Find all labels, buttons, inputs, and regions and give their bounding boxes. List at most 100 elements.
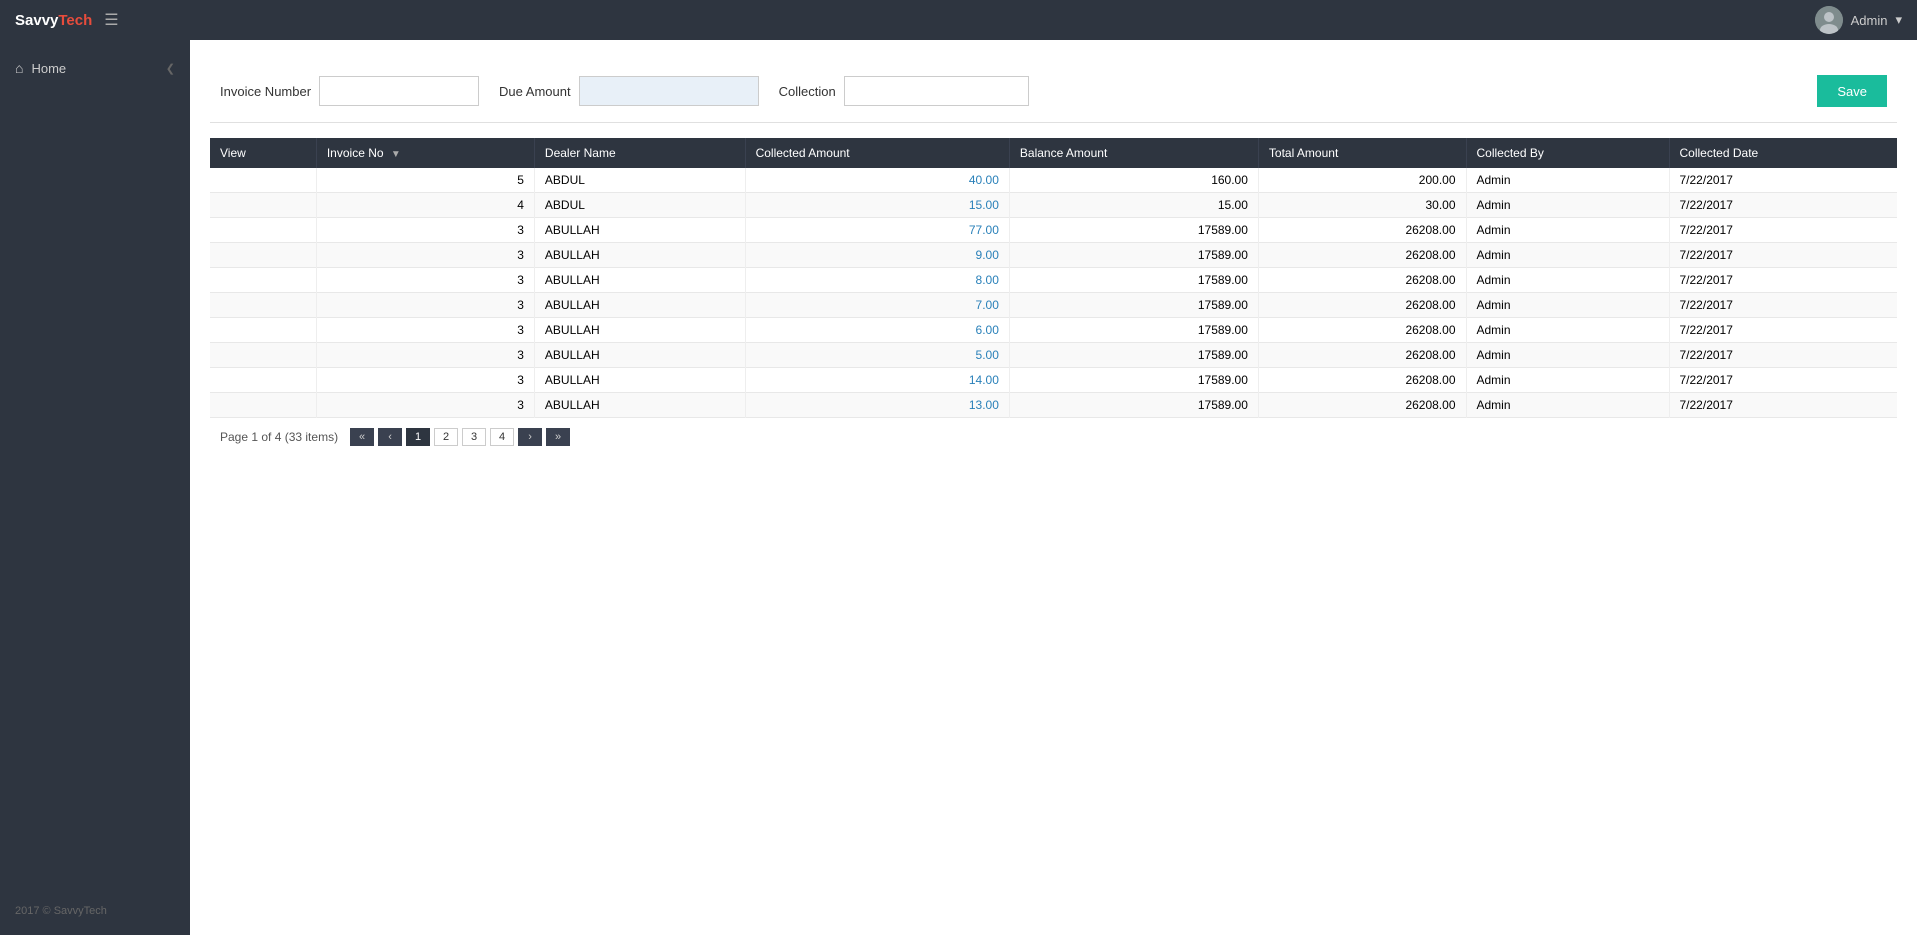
first-page-button[interactable]: « xyxy=(350,428,374,446)
sidebar-item-home-label: Home xyxy=(31,61,66,76)
cell-collected-date: 7/22/2017 xyxy=(1669,168,1897,193)
cell-invoice-no: 4 xyxy=(316,193,534,218)
user-dropdown-arrow: ▾ xyxy=(1895,12,1902,28)
brand-tech: Tech xyxy=(58,12,92,29)
cell-collected-by: Admin xyxy=(1466,318,1669,343)
cell-balance-amount: 17589.00 xyxy=(1009,343,1258,368)
page-3-button[interactable]: 3 xyxy=(462,428,486,446)
cell-collected-amount: 6.00 xyxy=(745,318,1009,343)
topnav: SavvyTech ☰ Admin ▾ xyxy=(0,0,1917,40)
table-container: View Invoice No ▼ Dealer Name Collected … xyxy=(210,138,1897,418)
cell-dealer-name: ABULLAH xyxy=(534,318,745,343)
cell-total-amount: 26208.00 xyxy=(1258,268,1466,293)
cell-balance-amount: 17589.00 xyxy=(1009,218,1258,243)
cell-collected-amount: 40.00 xyxy=(745,168,1009,193)
col-invoice-no[interactable]: Invoice No ▼ xyxy=(316,138,534,168)
collection-input[interactable] xyxy=(844,76,1029,106)
cell-collected-date: 7/22/2017 xyxy=(1669,393,1897,418)
cell-balance-amount: 160.00 xyxy=(1009,168,1258,193)
table-row[interactable]: 3 ABULLAH 77.00 17589.00 26208.00 Admin … xyxy=(210,218,1897,243)
cell-collected-date: 7/22/2017 xyxy=(1669,318,1897,343)
page-2-button[interactable]: 2 xyxy=(434,428,458,446)
col-total-amount: Total Amount xyxy=(1258,138,1466,168)
cell-invoice-no: 3 xyxy=(316,343,534,368)
cell-dealer-name: ABULLAH xyxy=(534,243,745,268)
cell-collected-by: Admin xyxy=(1466,193,1669,218)
prev-page-button[interactable]: ‹ xyxy=(378,428,402,446)
collections-table: View Invoice No ▼ Dealer Name Collected … xyxy=(210,138,1897,418)
collection-group: Collection xyxy=(779,76,1029,106)
sidebar-collapse-icon[interactable]: ❮ xyxy=(166,62,175,75)
cell-total-amount: 30.00 xyxy=(1258,193,1466,218)
hamburger-icon[interactable]: ☰ xyxy=(104,10,118,30)
cell-collected-amount: 7.00 xyxy=(745,293,1009,318)
cell-dealer-name: ABULLAH xyxy=(534,343,745,368)
col-collected-by: Collected By xyxy=(1466,138,1669,168)
next-page-button[interactable]: › xyxy=(518,428,542,446)
table-row[interactable]: 5 ABDUL 40.00 160.00 200.00 Admin 7/22/2… xyxy=(210,168,1897,193)
sidebar-menu: ⌂ Home ❮ xyxy=(0,40,190,86)
cell-dealer-name: ABULLAH xyxy=(534,268,745,293)
table-row[interactable]: 3 ABULLAH 14.00 17589.00 26208.00 Admin … xyxy=(210,368,1897,393)
home-icon: ⌂ xyxy=(15,60,23,76)
cell-total-amount: 26208.00 xyxy=(1258,293,1466,318)
table-row[interactable]: 3 ABULLAH 7.00 17589.00 26208.00 Admin 7… xyxy=(210,293,1897,318)
cell-collected-by: Admin xyxy=(1466,343,1669,368)
last-page-button[interactable]: » xyxy=(546,428,570,446)
user-menu[interactable]: Admin ▾ xyxy=(1815,6,1902,34)
invoice-number-group: Invoice Number xyxy=(220,76,479,106)
cell-view xyxy=(210,318,316,343)
cell-view xyxy=(210,393,316,418)
cell-collected-date: 7/22/2017 xyxy=(1669,268,1897,293)
main-content: Invoice Number Due Amount Collection Sav… xyxy=(190,40,1917,935)
cell-view xyxy=(210,268,316,293)
table-row[interactable]: 3 ABULLAH 6.00 17589.00 26208.00 Admin 7… xyxy=(210,318,1897,343)
table-row[interactable]: 3 ABULLAH 9.00 17589.00 26208.00 Admin 7… xyxy=(210,243,1897,268)
cell-view xyxy=(210,193,316,218)
cell-total-amount: 26208.00 xyxy=(1258,343,1466,368)
col-balance-amount: Balance Amount xyxy=(1009,138,1258,168)
cell-collected-by: Admin xyxy=(1466,218,1669,243)
due-amount-label: Due Amount xyxy=(499,84,571,99)
cell-collected-by: Admin xyxy=(1466,293,1669,318)
pagination-info: Page 1 of 4 (33 items) xyxy=(220,430,338,444)
cell-collected-date: 7/22/2017 xyxy=(1669,293,1897,318)
avatar xyxy=(1815,6,1843,34)
cell-view xyxy=(210,168,316,193)
table-row[interactable]: 3 ABULLAH 5.00 17589.00 26208.00 Admin 7… xyxy=(210,343,1897,368)
due-amount-input[interactable] xyxy=(579,76,759,106)
save-button[interactable]: Save xyxy=(1817,75,1887,107)
page-1-button[interactable]: 1 xyxy=(406,428,430,446)
table-row[interactable]: 3 ABULLAH 8.00 17589.00 26208.00 Admin 7… xyxy=(210,268,1897,293)
col-collected-amount: Collected Amount xyxy=(745,138,1009,168)
sidebar-footer: 2017 © SavvyTech xyxy=(0,897,190,925)
cell-dealer-name: ABULLAH xyxy=(534,393,745,418)
table-row[interactable]: 4 ABDUL 15.00 15.00 30.00 Admin 7/22/201… xyxy=(210,193,1897,218)
cell-collected-amount: 5.00 xyxy=(745,343,1009,368)
cell-total-amount: 200.00 xyxy=(1258,168,1466,193)
sidebar-item-home[interactable]: ⌂ Home ❮ xyxy=(0,50,190,86)
cell-collected-by: Admin xyxy=(1466,243,1669,268)
cell-collected-date: 7/22/2017 xyxy=(1669,368,1897,393)
col-dealer-name: Dealer Name xyxy=(534,138,745,168)
page-4-button[interactable]: 4 xyxy=(490,428,514,446)
cell-invoice-no: 5 xyxy=(316,168,534,193)
collection-label: Collection xyxy=(779,84,836,99)
cell-view xyxy=(210,368,316,393)
cell-total-amount: 26208.00 xyxy=(1258,368,1466,393)
cell-collected-by: Admin xyxy=(1466,393,1669,418)
cell-total-amount: 26208.00 xyxy=(1258,393,1466,418)
cell-view xyxy=(210,218,316,243)
sidebar: ⌂ Home ❮ 2017 © SavvyTech xyxy=(0,40,190,935)
cell-dealer-name: ABDUL xyxy=(534,168,745,193)
header-row: View Invoice No ▼ Dealer Name Collected … xyxy=(210,138,1897,168)
cell-dealer-name: ABULLAH xyxy=(534,218,745,243)
invoice-number-input[interactable] xyxy=(319,76,479,106)
cell-invoice-no: 3 xyxy=(316,393,534,418)
cell-total-amount: 26208.00 xyxy=(1258,218,1466,243)
table-row[interactable]: 3 ABULLAH 13.00 17589.00 26208.00 Admin … xyxy=(210,393,1897,418)
cell-invoice-no: 3 xyxy=(316,218,534,243)
cell-dealer-name: ABULLAH xyxy=(534,368,745,393)
cell-balance-amount: 17589.00 xyxy=(1009,393,1258,418)
cell-balance-amount: 17589.00 xyxy=(1009,268,1258,293)
